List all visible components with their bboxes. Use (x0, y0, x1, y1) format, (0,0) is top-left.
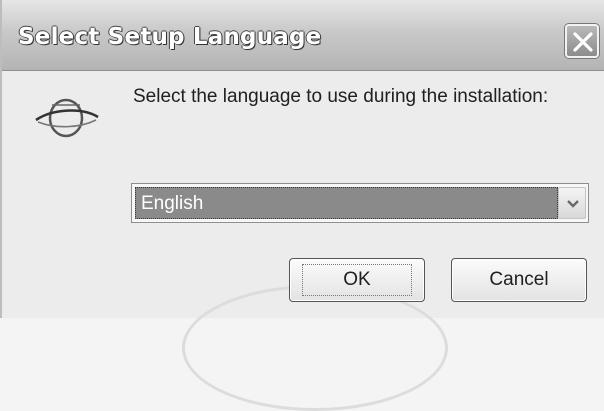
ok-button-label: OK (302, 264, 412, 296)
close-icon (573, 32, 593, 52)
language-select[interactable]: English (131, 183, 589, 223)
setup-language-dialog: Select Setup Language Select the languag… (0, 0, 604, 411)
language-selected-text: English (141, 193, 204, 214)
instruction-text: Select the language to use during the in… (133, 86, 549, 107)
dropdown-button[interactable] (558, 187, 586, 219)
cancel-button[interactable]: Cancel (451, 258, 587, 302)
language-selected-value: English (135, 187, 558, 219)
close-button[interactable] (565, 24, 599, 58)
globe-icon (35, 98, 99, 138)
chevron-down-icon (567, 200, 579, 208)
title-bar: Select Setup Language (2, 0, 604, 71)
ok-button[interactable]: OK (289, 258, 425, 302)
watermark-arc (182, 285, 448, 411)
cancel-button-label: Cancel (489, 269, 549, 290)
window-title: Select Setup Language (18, 24, 322, 50)
